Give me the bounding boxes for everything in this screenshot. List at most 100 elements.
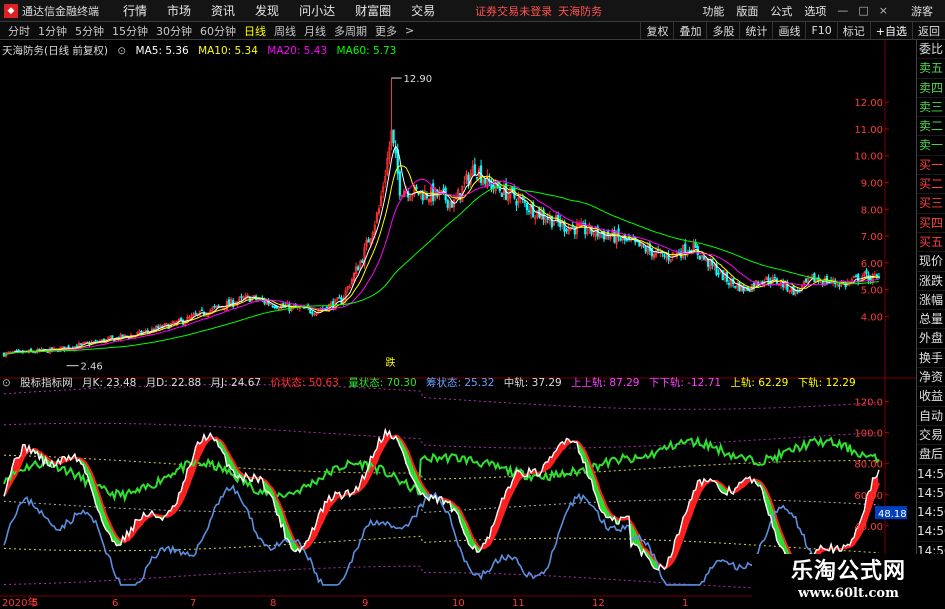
mid-band: 中轨: 37.29 bbox=[503, 377, 562, 389]
candle-body bbox=[571, 226, 574, 228]
sidebar-item-14[interactable]: 总量 bbox=[917, 310, 945, 330]
menu-trade[interactable]: 交易 bbox=[411, 2, 435, 19]
price-tick-label: 6.00 bbox=[861, 259, 883, 270]
menu-discover[interactable]: 发现 bbox=[255, 2, 279, 19]
candle-body bbox=[94, 340, 97, 342]
sidebar-item-5[interactable]: 卖一 bbox=[917, 136, 945, 156]
adjust-button[interactable]: 复权 bbox=[640, 22, 673, 39]
sidebar-item-25[interactable]: 14:50 bbox=[917, 522, 945, 542]
sidebar-item-23[interactable]: 14:50 bbox=[917, 484, 945, 504]
tab-1min[interactable]: 1分钟 bbox=[38, 23, 67, 39]
menu-function[interactable]: 功能 bbox=[702, 3, 724, 19]
chevron-right-icon[interactable]: > bbox=[405, 24, 414, 37]
dashed-band bbox=[3, 498, 880, 514]
candle-body bbox=[311, 312, 314, 315]
sidebar-item-7[interactable]: 买二 bbox=[917, 175, 945, 195]
menu-layout[interactable]: 版面 bbox=[736, 3, 758, 19]
guest-label[interactable]: 游客 bbox=[911, 3, 933, 19]
candle-body bbox=[361, 260, 364, 263]
sidebar-item-19[interactable]: 自动 bbox=[917, 407, 945, 426]
price-tick-label: 10.00 bbox=[854, 152, 883, 163]
sidebar-item-20[interactable]: 交易 bbox=[917, 426, 945, 446]
tab-intraday[interactable]: 分时 bbox=[8, 23, 30, 39]
back-button[interactable]: 返回 bbox=[912, 22, 945, 39]
quote-sidebar: 委比 卖五 卖四 卖三 卖二 卖一 买一 买二 买三 买四 买五 现价 涨跌 涨幅 总量 外盘 换手 净资 收益 自动… bbox=[916, 40, 945, 609]
sidebar-item-17[interactable]: 净资 bbox=[917, 368, 945, 388]
lower-band: 下轨: 12.29 bbox=[797, 377, 856, 389]
indicator-panel bbox=[3, 383, 880, 592]
indicator-settings-icon[interactable]: ⊙ bbox=[2, 377, 11, 389]
sidebar-item-3[interactable]: 卖三 bbox=[917, 98, 945, 118]
maximize-button[interactable]: □ bbox=[858, 4, 868, 17]
chip-state: 筹状态: 25.32 bbox=[425, 377, 495, 389]
f10-button[interactable]: F10 bbox=[805, 22, 836, 39]
candle-body bbox=[525, 203, 529, 211]
sidebar-item-18[interactable]: 收益 bbox=[917, 387, 945, 407]
candle-body bbox=[527, 210, 531, 213]
tab-5min[interactable]: 5分钟 bbox=[75, 23, 104, 39]
sidebar-item-9[interactable]: 买四 bbox=[917, 214, 945, 233]
sidebar-item-1[interactable]: 卖五 bbox=[917, 59, 945, 79]
sidebar-item-21[interactable]: 盘后 bbox=[917, 445, 945, 465]
tab-daily[interactable]: 日线 bbox=[244, 23, 266, 39]
date-label: 10 bbox=[452, 598, 465, 609]
tab-monthly[interactable]: 月线 bbox=[304, 23, 326, 39]
menu-news[interactable]: 资讯 bbox=[211, 2, 235, 19]
draw-line-button[interactable]: 画线 bbox=[772, 22, 805, 39]
sidebar-item-12[interactable]: 涨跌 bbox=[917, 272, 945, 291]
add-watchlist-button[interactable]: +自选 bbox=[869, 22, 912, 39]
sidebar-item-13[interactable]: 涨幅 bbox=[917, 291, 945, 311]
candle-body bbox=[38, 348, 41, 351]
close-button[interactable]: × bbox=[879, 4, 888, 17]
dashed-band bbox=[4, 565, 879, 592]
sidebar-item-22[interactable]: 14:50 bbox=[917, 465, 945, 484]
sidebar-item-8[interactable]: 买三 bbox=[917, 194, 945, 214]
tab-15min[interactable]: 15分钟 bbox=[112, 23, 148, 39]
tab-more[interactable]: 更多 bbox=[375, 23, 397, 39]
sidebar-item-11[interactable]: 现价 bbox=[917, 252, 945, 272]
menu-quotes[interactable]: 行情 bbox=[123, 2, 147, 19]
price-tick-label: 8.00 bbox=[861, 205, 883, 216]
tab-weekly[interactable]: 周线 bbox=[274, 23, 296, 39]
mark-button[interactable]: 标记 bbox=[836, 22, 870, 39]
sidebar-item-0[interactable]: 委比 bbox=[917, 40, 945, 60]
month-d: 月D: 22.88 bbox=[145, 377, 202, 389]
sidebar-item-24[interactable]: 14:50 bbox=[917, 503, 945, 523]
candle-body bbox=[663, 254, 666, 257]
ma5-label: MA5: 5.36 bbox=[135, 45, 189, 57]
stats-button[interactable]: 统计 bbox=[739, 22, 772, 39]
sidebar-item-16[interactable]: 换手 bbox=[917, 349, 945, 369]
kline-chart[interactable]: 12.0011.0010.009.008.007.006.005.004.001… bbox=[0, 40, 917, 609]
menu-ask[interactable]: 问小达 bbox=[299, 2, 335, 19]
menu-options[interactable]: 选项 bbox=[804, 3, 826, 19]
sidebar-item-10[interactable]: 买五 bbox=[917, 233, 945, 253]
candle-body bbox=[738, 282, 741, 292]
candle-body bbox=[288, 303, 291, 312]
sidebar-item-4[interactable]: 卖二 bbox=[917, 117, 945, 137]
menu-formula[interactable]: 公式 bbox=[770, 3, 792, 19]
login-warning[interactable]: 证券交易未登录 bbox=[475, 3, 552, 19]
price-tick-label: 9.00 bbox=[861, 179, 883, 190]
candle-body bbox=[473, 164, 476, 175]
sidebar-item-6[interactable]: 买一 bbox=[917, 156, 945, 176]
stock-name-title: 天海防务 bbox=[558, 4, 603, 18]
menu-wealth[interactable]: 财富圈 bbox=[355, 2, 391, 19]
month-k: 月K: 23.48 bbox=[82, 377, 137, 389]
candle-body bbox=[338, 296, 341, 299]
minimize-button[interactable]: — bbox=[837, 4, 848, 17]
date-label: 6 bbox=[112, 598, 118, 609]
settings-icon[interactable]: ⊙ bbox=[117, 45, 126, 57]
tab-60min[interactable]: 60分钟 bbox=[200, 23, 236, 39]
date-label: 8 bbox=[270, 598, 276, 609]
candle-body bbox=[357, 266, 360, 271]
overlay-button[interactable]: 叠加 bbox=[673, 22, 706, 39]
tab-30min[interactable]: 30分钟 bbox=[156, 23, 192, 39]
candle-body bbox=[698, 255, 701, 260]
tab-multi-period[interactable]: 多周期 bbox=[334, 23, 367, 39]
sidebar-item-2[interactable]: 卖四 bbox=[917, 79, 945, 98]
menu-market[interactable]: 市场 bbox=[167, 2, 191, 19]
date-label: 12 bbox=[592, 598, 605, 609]
sidebar-item-15[interactable]: 外盘 bbox=[917, 329, 945, 349]
multi-stock-button[interactable]: 多股 bbox=[706, 22, 739, 39]
candle-body bbox=[727, 283, 731, 285]
